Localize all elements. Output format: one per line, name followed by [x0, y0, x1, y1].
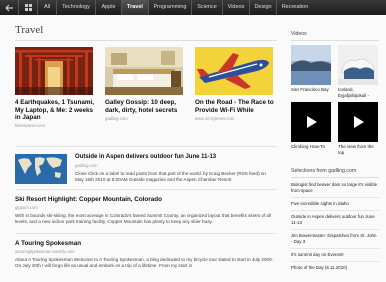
top-nav-bar: All Technology Apple Travel Programming Scien… [0, 0, 386, 15]
story-source: kitestowner.com [15, 123, 46, 129]
story-source: www.10.nytimes.com [195, 115, 235, 121]
iceland-image [338, 45, 378, 85]
category-tabs: All Technology Apple Travel Programming Scien… [38, 0, 313, 15]
video-thumbnail[interactable] [291, 102, 331, 142]
divider [15, 40, 277, 41]
story-headline[interactable]: Galley Gossip: 10 deep, dark, dirty, hot… [105, 99, 187, 114]
page-title: Travel [15, 24, 44, 36]
divider [291, 197, 379, 198]
video-caption: Iceland, Eyjafjallajokull - [338, 87, 370, 98]
story-image[interactable] [15, 154, 67, 184]
story-source: gadling.com [105, 115, 128, 121]
article[interactable]: Ski Resort Highlight: Copper Mountain, C… [15, 196, 277, 226]
main-content: Travel 4 Earthquakes, 1 Tsunami, My Lapt… [0, 15, 386, 282]
torii-gates-image [15, 47, 93, 95]
selection-link[interactable]: Outside in Aspen delivers outdoor fun Ju… [291, 214, 379, 225]
video-caption: Climbing How-To [291, 144, 326, 149]
story-headline[interactable]: 4 Earthquakes, 1 Tsunami, My Laptop, & M… [15, 99, 97, 122]
video-item[interactable]: San Francisco Bay [291, 45, 331, 93]
story-image[interactable] [195, 47, 273, 95]
story-source: gadling.com [75, 163, 98, 169]
divider [291, 229, 379, 230]
story-headline[interactable]: Outside in Aspen delivers outdoor fun Ju… [75, 154, 275, 162]
video-caption: The view from the top [338, 144, 374, 155]
world-map-image [15, 154, 67, 184]
story-excerpt: Close Click on a label to read posts fro… [75, 171, 266, 183]
divider [291, 261, 379, 262]
story-image[interactable] [15, 47, 93, 95]
video-caption: San Francisco Bay [291, 87, 329, 92]
bay-image [291, 45, 331, 85]
divider [15, 233, 277, 234]
selection-link[interactable]: Biologist find beaver dam so large it's … [291, 182, 379, 193]
divider [291, 248, 379, 249]
divider [291, 40, 379, 41]
article-source: gigaom.com [15, 205, 38, 211]
story-image[interactable] [105, 47, 183, 95]
grid-icon[interactable] [19, 0, 37, 15]
article-source: atouringspokesman.weebly.com [15, 249, 75, 255]
divider [291, 210, 379, 211]
selection-link[interactable]: Five incredible sights in Idaho [291, 201, 379, 207]
tab-all[interactable]: All [38, 0, 56, 15]
divider [15, 189, 277, 190]
story-card[interactable]: Galley Gossip: 10 deep, dark, dirty, hot… [105, 47, 187, 121]
tab-videos[interactable]: Videos [223, 0, 249, 15]
tab-science[interactable]: Science [192, 0, 222, 15]
hotel-room-image [105, 47, 183, 95]
article-headline[interactable]: A Touring Spokesman [15, 240, 277, 248]
play-icon [354, 116, 364, 128]
video-thumbnail[interactable] [338, 102, 378, 142]
tab-design[interactable]: Design [250, 0, 276, 15]
selection-link[interactable]: Photo of the Day (6.11.2010) [291, 265, 379, 271]
back-arrow-icon[interactable] [0, 0, 18, 15]
story-headline[interactable]: On the Road - The Race to Provide Wi-Fi … [195, 99, 277, 114]
article-excerpt: About A Touring Spokesman Welcome to A T… [15, 257, 273, 269]
article[interactable]: A Touring Spokesman atouringspokesman.we… [15, 240, 277, 270]
selection-link[interactable]: It's summit day on Everest! [291, 252, 379, 258]
tab-travel[interactable]: Travel [122, 0, 148, 15]
tab-apple[interactable]: Apple [96, 0, 121, 15]
video-item[interactable]: Climbing How-To [291, 102, 331, 150]
article-headline[interactable]: Ski Resort Highlight: Copper Mountain, C… [15, 196, 277, 204]
video-thumbnail[interactable] [338, 45, 378, 85]
video-item[interactable]: The view from the top [338, 102, 378, 155]
selection-link[interactable]: Jim Bowermaster: Dispatches from St. Joh… [291, 233, 379, 244]
story-card[interactable]: 4 Earthquakes, 1 Tsunami, My Laptop, & M… [15, 47, 97, 128]
selections-heading: Selections from gadling.com [291, 168, 357, 174]
play-icon [307, 116, 317, 128]
video-thumbnail[interactable] [291, 45, 331, 85]
tab-recreation[interactable]: Recreation [277, 0, 313, 15]
tab-programming[interactable]: Programming [149, 0, 191, 15]
divider [291, 177, 379, 178]
divider [15, 146, 277, 147]
videos-heading: Videos [291, 31, 307, 37]
story-card[interactable]: On the Road - The Race to Provide Wi-Fi … [195, 47, 277, 121]
tab-technology[interactable]: Technology [57, 0, 95, 15]
airplane-image [195, 47, 273, 95]
sidebar: Videos San Francisco Bay Iceland, Eyjafj… [288, 15, 386, 282]
article-excerpt: With in bounds ski-skiing, the most acre… [15, 213, 272, 225]
video-item[interactable]: Iceland, Eyjafjallajokull - [338, 45, 378, 98]
